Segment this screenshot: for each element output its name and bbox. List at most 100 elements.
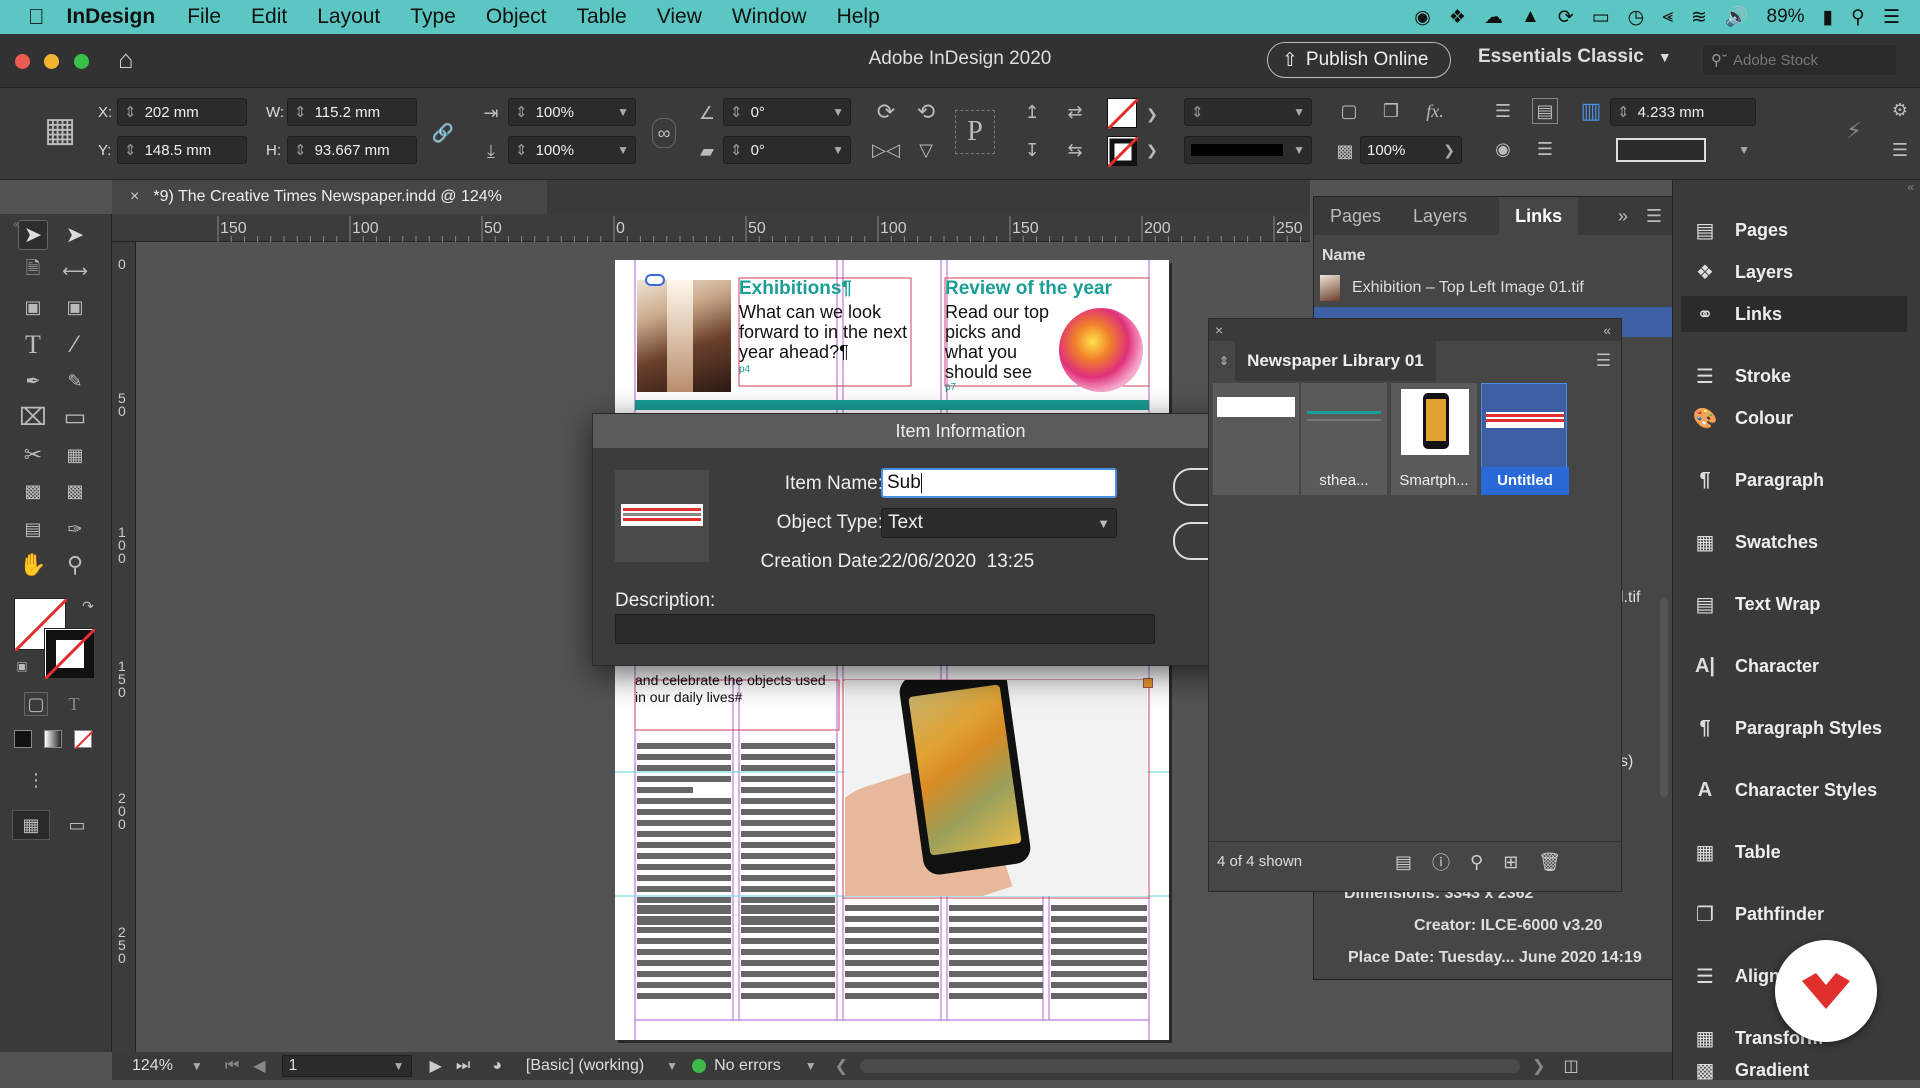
- hand-tool-icon[interactable]: ✋: [18, 550, 48, 580]
- direct-selection-tool-icon[interactable]: ➤: [60, 220, 90, 250]
- library-title[interactable]: Newspaper Library 01: [1235, 341, 1436, 381]
- item-name-input[interactable]: Sub: [881, 468, 1117, 498]
- first-page-icon[interactable]: ⏮: [225, 1057, 239, 1075]
- gap-tool-icon[interactable]: ⟷: [60, 256, 90, 286]
- free-transform-tool-icon[interactable]: ▦: [60, 440, 90, 470]
- dock-item-layers[interactable]: ❖ Layers: [1691, 254, 1793, 290]
- chevron-down-icon[interactable]: ▼: [666, 1059, 678, 1073]
- gradient-swatch-tool-icon[interactable]: ▩: [18, 476, 48, 506]
- chevron-down-icon[interactable]: ▼: [191, 1059, 203, 1073]
- fx-icon[interactable]: fx.: [1420, 98, 1450, 124]
- wifi-icon[interactable]: ≋: [1691, 6, 1707, 29]
- scroll-left-icon[interactable]: ❮: [835, 1056, 848, 1076]
- dock-item-links[interactable]: ⚭ Links: [1681, 296, 1907, 332]
- panel-menu-icon[interactable]: ☰: [1646, 206, 1662, 227]
- chevron-down-icon[interactable]: ▼: [805, 1059, 817, 1073]
- panel-menu-icon[interactable]: ☰: [1888, 138, 1912, 162]
- selection-tool-icon[interactable]: ➤: [18, 220, 48, 250]
- dock-item-text-wrap[interactable]: ▤ Text Wrap: [1691, 586, 1821, 622]
- dock-item-pathfinder[interactable]: ❐ Pathfinder: [1691, 896, 1824, 932]
- chevron-updown-icon[interactable]: ⇕: [1219, 354, 1229, 368]
- menu-app-name[interactable]: InDesign: [67, 5, 156, 29]
- menu-layout[interactable]: Layout: [317, 5, 380, 29]
- links-scrollbar[interactable]: [1660, 597, 1668, 797]
- flip-horizontal-icon[interactable]: ▷◁: [872, 136, 900, 164]
- next-page-icon[interactable]: ▶: [430, 1056, 442, 1076]
- x-field[interactable]: ⇕ 202 mm: [117, 98, 247, 126]
- spotlight-icon[interactable]: ⚲: [1851, 6, 1865, 29]
- previous-page-icon[interactable]: ◀: [253, 1056, 265, 1076]
- rectangle-tool-icon[interactable]: ▭: [60, 402, 90, 432]
- content-collector-icon[interactable]: ▣: [18, 292, 48, 322]
- select-next-icon[interactable]: ⇆: [1058, 136, 1092, 164]
- pencil-tool-icon[interactable]: ✎: [60, 366, 90, 396]
- menu-object[interactable]: Object: [486, 5, 547, 29]
- object-type-select[interactable]: Text ▼: [881, 508, 1117, 538]
- body-text-column-7[interactable]: [1051, 900, 1147, 1004]
- smartphone-image[interactable]: [845, 680, 1147, 896]
- rotate-cw-icon[interactable]: ⟳: [872, 98, 900, 126]
- note-tool-icon[interactable]: ▤: [18, 514, 48, 544]
- scissors-tool-icon[interactable]: ✂: [18, 440, 48, 470]
- split-window-icon[interactable]: ◫: [1563, 1056, 1578, 1076]
- gradient-feather-tool-icon[interactable]: ▩: [60, 476, 90, 506]
- default-colors-icon[interactable]: ▣: [14, 658, 30, 674]
- formatting-text-icon[interactable]: T: [62, 692, 86, 716]
- text-wrap-none-icon[interactable]: ☰: [1490, 98, 1516, 124]
- horizontal-scrollbar[interactable]: [860, 1059, 1521, 1073]
- select-previous-icon[interactable]: ⇄: [1058, 98, 1092, 126]
- y-field[interactable]: ⇕ 148.5 mm: [117, 136, 247, 164]
- adobe-stock-search[interactable]: ⚲ˇ Adobe Stock: [1703, 45, 1896, 75]
- stroke-weight-field[interactable]: ⇕ ▼: [1184, 98, 1312, 126]
- swap-colors-icon[interactable]: ↷: [80, 598, 96, 614]
- review-body[interactable]: Read our top picks and what you should s…: [945, 302, 1055, 382]
- bluetooth-icon[interactable]: ⪡: [1662, 6, 1673, 28]
- dock-item-character-styles[interactable]: A Character Styles: [1691, 772, 1877, 808]
- exhibitions-body[interactable]: What can we look forward to in the next …: [739, 302, 911, 362]
- overlay-badge[interactable]: [1775, 940, 1877, 1042]
- link-row[interactable]: Exhibition – Top Left Image 01.tif: [1314, 273, 1672, 303]
- trash-icon[interactable]: 🗑: [1538, 852, 1561, 873]
- description-input[interactable]: [615, 614, 1155, 644]
- dock-item-pages[interactable]: ▤ Pages: [1691, 212, 1789, 248]
- menu-type[interactable]: Type: [410, 5, 456, 29]
- last-page-icon[interactable]: ⏭: [456, 1057, 470, 1075]
- page-tool-icon[interactable]: 🗎: [18, 256, 48, 286]
- pen-tool-icon[interactable]: ✒: [18, 366, 48, 396]
- review-heading[interactable]: Review of the year: [945, 278, 1155, 300]
- zoom-level[interactable]: 124%: [132, 1057, 173, 1075]
- dock-item-stroke[interactable]: ☰ Stroke: [1691, 358, 1791, 394]
- time-machine-icon[interactable]: ◷: [1628, 6, 1645, 29]
- dock-item-align[interactable]: ☰ Align: [1691, 958, 1780, 994]
- w-field[interactable]: ⇕ 115.2 mm: [287, 98, 417, 126]
- select-container-icon[interactable]: ↥: [1018, 98, 1046, 126]
- upload-icon[interactable]: ▲: [1521, 6, 1540, 28]
- library-item[interactable]: [1213, 383, 1299, 477]
- zoom-tool-icon[interactable]: ⚲: [60, 550, 90, 580]
- battery-icon[interactable]: ▮: [1823, 6, 1833, 29]
- stroke-type-field[interactable]: ▼: [1184, 136, 1312, 164]
- text-wrap-jump-icon[interactable]: ☰: [1532, 136, 1558, 162]
- scale-x-field[interactable]: ⇕ 100% ▼: [508, 98, 636, 126]
- shear-field[interactable]: ⇕ 0° ▼: [723, 136, 851, 164]
- eyedropper-tool-icon[interactable]: ✑: [60, 514, 90, 544]
- close-panel-icon[interactable]: ×: [1215, 322, 1223, 338]
- gear-icon[interactable]: ⚙: [1888, 98, 1912, 122]
- menu-table[interactable]: Table: [577, 5, 627, 29]
- tab-pages[interactable]: Pages: [1330, 206, 1381, 227]
- record-icon[interactable]: ◉: [1414, 6, 1431, 29]
- formatting-container-icon[interactable]: ▢: [24, 692, 48, 716]
- expand-panel-icon[interactable]: »: [1618, 206, 1628, 227]
- tab-layers[interactable]: Layers: [1413, 206, 1467, 227]
- dock-item-paragraph-styles[interactable]: ¶ Paragraph Styles: [1691, 710, 1882, 746]
- screen-mode-icon[interactable]: ⋮: [24, 768, 48, 792]
- effects-frame-icon[interactable]: ▢: [1336, 98, 1362, 124]
- selection-handle[interactable]: [1143, 678, 1153, 688]
- menu-file[interactable]: File: [187, 5, 221, 29]
- normal-view-icon[interactable]: ▦: [12, 810, 50, 840]
- rectangle-frame-tool-icon[interactable]: ⌧: [18, 402, 48, 432]
- flip-vertical-icon[interactable]: ▽: [912, 136, 940, 164]
- collapse-panel-icon[interactable]: «: [1603, 322, 1611, 338]
- sync-icon[interactable]: ⟳: [1558, 6, 1574, 29]
- dropbox-icon[interactable]: ❖: [1449, 6, 1466, 29]
